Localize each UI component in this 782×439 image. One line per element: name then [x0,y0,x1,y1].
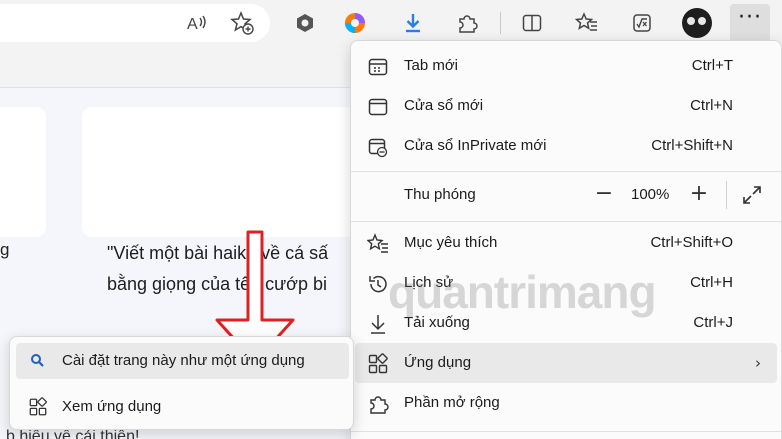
split-screen-icon[interactable] [517,8,547,38]
menu-item-label: Phần mở rộng [404,394,500,411]
zoom-in-button[interactable]: + [684,180,714,210]
menu-item-apps[interactable]: Ứng dụng › [355,343,777,383]
zoom-divider [726,181,727,209]
read-aloud-icon[interactable]: A [182,8,212,38]
suggestion-card-left[interactable] [0,107,46,237]
menu-item-shortcut: Ctrl+T [691,57,733,74]
apps-icon [29,397,47,416]
extensions-icon[interactable] [452,8,482,38]
watermark-logo: quantrimang [388,266,657,318]
menu-divider [351,431,781,432]
inprivate-window-icon [368,138,388,158]
math-solver-icon[interactable] [627,8,657,38]
menu-item-inprivate-window[interactable]: Cửa sổ InPrivate mới Ctrl+Shift+N [351,126,781,166]
submenu-item-label: Cài đặt trang này như một ứng dụng [62,352,305,369]
toolbar-divider [500,12,501,34]
fullscreen-icon[interactable] [741,184,763,206]
menu-item-shortcut: Ctrl+Shift+O [650,234,733,251]
menu-item-label: Ứng dụng [404,354,472,371]
menu-item-label: Tab mới [404,57,459,74]
menu-item-extensions[interactable]: Phần mở rộng [351,383,781,423]
apps-submenu: Cài đặt trang này như một ứng dụng Xem ứ… [9,336,354,430]
apps-icon [368,353,388,374]
copilot-hexagon-icon[interactable] [290,8,320,38]
svg-text:A: A [187,16,198,33]
menu-item-label: Thu phóng [404,186,476,203]
menu-item-label: Cửa sổ InPrivate mới [404,137,547,154]
download-icon[interactable] [398,8,428,38]
menu-item-shortcut: Ctrl+H [690,274,733,291]
menu-divider [351,171,781,172]
search-icon [31,354,44,367]
menu-item-favorites[interactable]: Mục yêu thích Ctrl+Shift+O [351,223,781,263]
menu-item-shortcut: Ctrl+N [690,97,733,114]
extensions-icon [370,396,389,414]
history-icon [369,275,387,293]
add-favorite-icon[interactable] [227,8,257,38]
new-window-icon [368,98,388,116]
submenu-item-view-apps[interactable]: Xem ứng dụng [16,389,349,425]
submenu-item-install-site-as-app[interactable]: Cài đặt trang này như một ứng dụng [16,343,349,379]
new-tab-icon [368,58,388,76]
menu-item-new-window[interactable]: Cửa sổ mới Ctrl+N [351,86,781,126]
more-menu-icon: ··· [738,5,762,30]
suggestion-card[interactable] [82,107,382,237]
chevron-right-icon: › [755,354,761,372]
menu-item-new-tab[interactable]: Tab mới Ctrl+T [351,46,781,86]
zoom-level: 100% [631,186,670,203]
favorites-icon [367,233,388,253]
more-menu-button[interactable]: ··· [730,4,770,42]
left-card-text: g [0,240,10,259]
submenu-item-label: Xem ứng dụng [62,398,162,415]
edge-colorful-icon[interactable] [340,8,370,38]
favorites-icon[interactable] [572,8,602,38]
settings-menu: Tab mới Ctrl+T Cửa sổ mới Ctrl+N Cửa sổ … [350,40,782,439]
menu-divider [351,221,781,222]
download-icon [371,315,385,334]
menu-item-zoom: Thu phóng − 100% + [351,175,781,215]
zoom-out-button[interactable]: − [589,180,619,210]
menu-item-label: Mục yêu thích [404,234,498,251]
menu-item-shortcut: Ctrl+J [693,314,733,331]
profile-avatar[interactable] [682,8,712,38]
menu-item-label: Cửa sổ mới [404,97,484,114]
menu-item-shortcut: Ctrl+Shift+N [651,137,733,154]
